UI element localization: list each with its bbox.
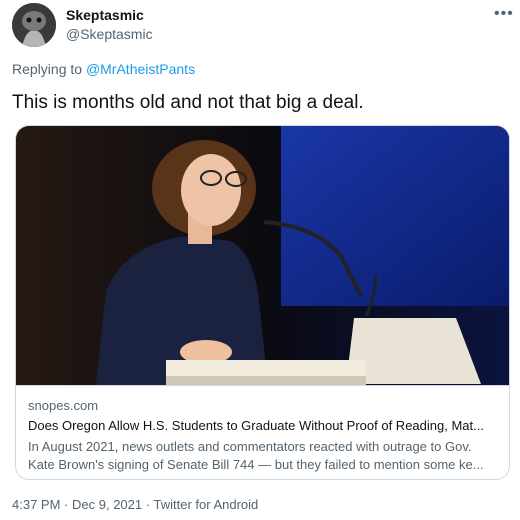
link-card[interactable]: snopes.com Does Oregon Allow H.S. Studen…: [15, 125, 510, 480]
link-card-text[interactable]: snopes.com Does Oregon Allow H.S. Studen…: [16, 385, 509, 479]
link-card-description: In August 2021, news outlets and comment…: [28, 438, 498, 474]
tweet-source[interactable]: Twitter for Android: [153, 497, 258, 512]
link-card-title: Does Oregon Allow H.S. Students to Gradu…: [28, 418, 484, 433]
replying-to-label: Replying to: [12, 61, 83, 77]
tweet-time[interactable]: 4:37 PM: [12, 497, 60, 512]
link-card-image[interactable]: [16, 126, 510, 385]
link-card-description-line1: In August 2021, news outlets and comment…: [28, 439, 472, 454]
tweet-metadata: 4:37 PM · Dec 9, 2021 · Twitter for Andr…: [12, 497, 258, 512]
meta-separator: ·: [64, 497, 69, 512]
replying-to-link[interactable]: @MrAtheistPants: [86, 61, 195, 77]
link-card-description-line2: Kate Brown's signing of Senate Bill 744 …: [28, 457, 484, 472]
replying-to-line: Replying to @MrAtheistPants: [12, 61, 195, 77]
tweet-date[interactable]: Dec 9, 2021: [72, 497, 142, 512]
link-card-domain: snopes.com: [28, 398, 99, 413]
avatar-image: [12, 3, 56, 47]
author-display-name[interactable]: Skeptasmic: [66, 7, 144, 23]
tweet-text: This is months old and not that big a de…: [12, 92, 364, 113]
meta-separator: ·: [145, 497, 151, 512]
avatar[interactable]: [12, 3, 56, 47]
author-handle[interactable]: @Skeptasmic: [66, 26, 153, 42]
more-options-icon[interactable]: •••: [494, 5, 514, 23]
